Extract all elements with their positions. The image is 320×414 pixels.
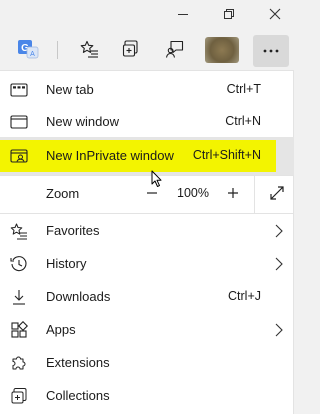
menu-item-label: Apps <box>46 322 76 337</box>
chevron-right-icon <box>272 256 286 272</box>
extensions-icon <box>10 354 28 372</box>
collections-button[interactable] <box>115 34 147 64</box>
menu-item-label: Favorites <box>46 223 100 238</box>
profile-avatar[interactable] <box>205 37 239 63</box>
fullscreen-icon <box>269 185 285 201</box>
menu-item-new-inprivate-window[interactable]: New InPrivate window Ctrl+Shift+N <box>0 140 294 172</box>
apps-icon <box>10 321 28 339</box>
favorites-icon <box>80 39 100 59</box>
menu-item-label: Collections <box>46 388 110 403</box>
favorites-button[interactable] <box>74 34 106 64</box>
menu-item-collections[interactable]: Collections <box>0 380 294 412</box>
zoom-label: Zoom <box>46 186 80 201</box>
menu-item-new-window[interactable]: New window Ctrl+N <box>0 106 294 138</box>
favorites-icon <box>10 222 28 240</box>
downloads-icon <box>10 288 28 306</box>
settings-menu: New tab Ctrl+T New window Ctrl+N New InP… <box>0 70 294 414</box>
chevron-right-icon <box>272 223 286 239</box>
zoom-in-button[interactable] <box>221 180 245 206</box>
toolbar-separator <box>57 41 58 59</box>
collections-icon <box>10 387 28 405</box>
menu-divider <box>0 175 294 176</box>
menu-item-shortcut: Ctrl+Shift+N <box>192 148 261 162</box>
new-window-icon <box>10 113 28 131</box>
settings-and-more-button[interactable] <box>253 35 289 67</box>
history-icon <box>10 255 28 273</box>
mouse-cursor-icon <box>151 170 163 188</box>
feedback-button[interactable] <box>159 34 191 64</box>
menu-divider <box>0 213 294 214</box>
close-window-button[interactable] <box>255 0 295 28</box>
plus-icon <box>227 187 239 199</box>
zoom-separator <box>254 175 255 213</box>
svg-text:A: A <box>30 51 35 58</box>
translate-button[interactable]: G A <box>12 34 44 64</box>
menu-item-favorites[interactable]: Favorites <box>0 215 294 247</box>
menu-item-apps[interactable]: Apps <box>0 314 294 346</box>
minimize-icon <box>177 8 189 20</box>
restore-button[interactable] <box>209 0 249 28</box>
new-tab-icon <box>10 81 28 99</box>
zoom-level: 100% <box>177 186 209 200</box>
close-icon <box>269 8 281 20</box>
collections-icon <box>121 39 141 59</box>
menu-item-label: New window <box>46 114 119 129</box>
menu-item-label: New InPrivate window <box>46 148 174 163</box>
menu-item-shortcut: Ctrl+N <box>225 114 261 128</box>
menu-item-downloads[interactable]: Downloads Ctrl+J <box>0 281 294 313</box>
menu-item-label: History <box>46 256 87 271</box>
feedback-icon <box>165 39 185 59</box>
menu-item-shortcut: Ctrl+T <box>226 82 261 96</box>
menu-item-extensions[interactable]: Extensions <box>0 347 294 379</box>
menu-item-label: Downloads <box>46 289 111 304</box>
fullscreen-button[interactable] <box>263 179 291 207</box>
inprivate-icon <box>10 147 28 165</box>
title-bar <box>0 0 300 28</box>
menu-item-shortcut: Ctrl+J <box>228 289 261 303</box>
more-icon <box>263 49 279 53</box>
menu-item-history[interactable]: History <box>0 248 294 280</box>
translate-icon: G A <box>17 38 39 60</box>
restore-icon <box>223 8 235 20</box>
chevron-right-icon <box>272 322 286 338</box>
minus-icon <box>146 187 158 199</box>
menu-item-label: New tab <box>46 82 94 97</box>
menu-item-new-tab[interactable]: New tab Ctrl+T <box>0 74 294 106</box>
menu-item-label: Extensions <box>46 355 110 370</box>
minimize-button[interactable] <box>163 0 203 28</box>
